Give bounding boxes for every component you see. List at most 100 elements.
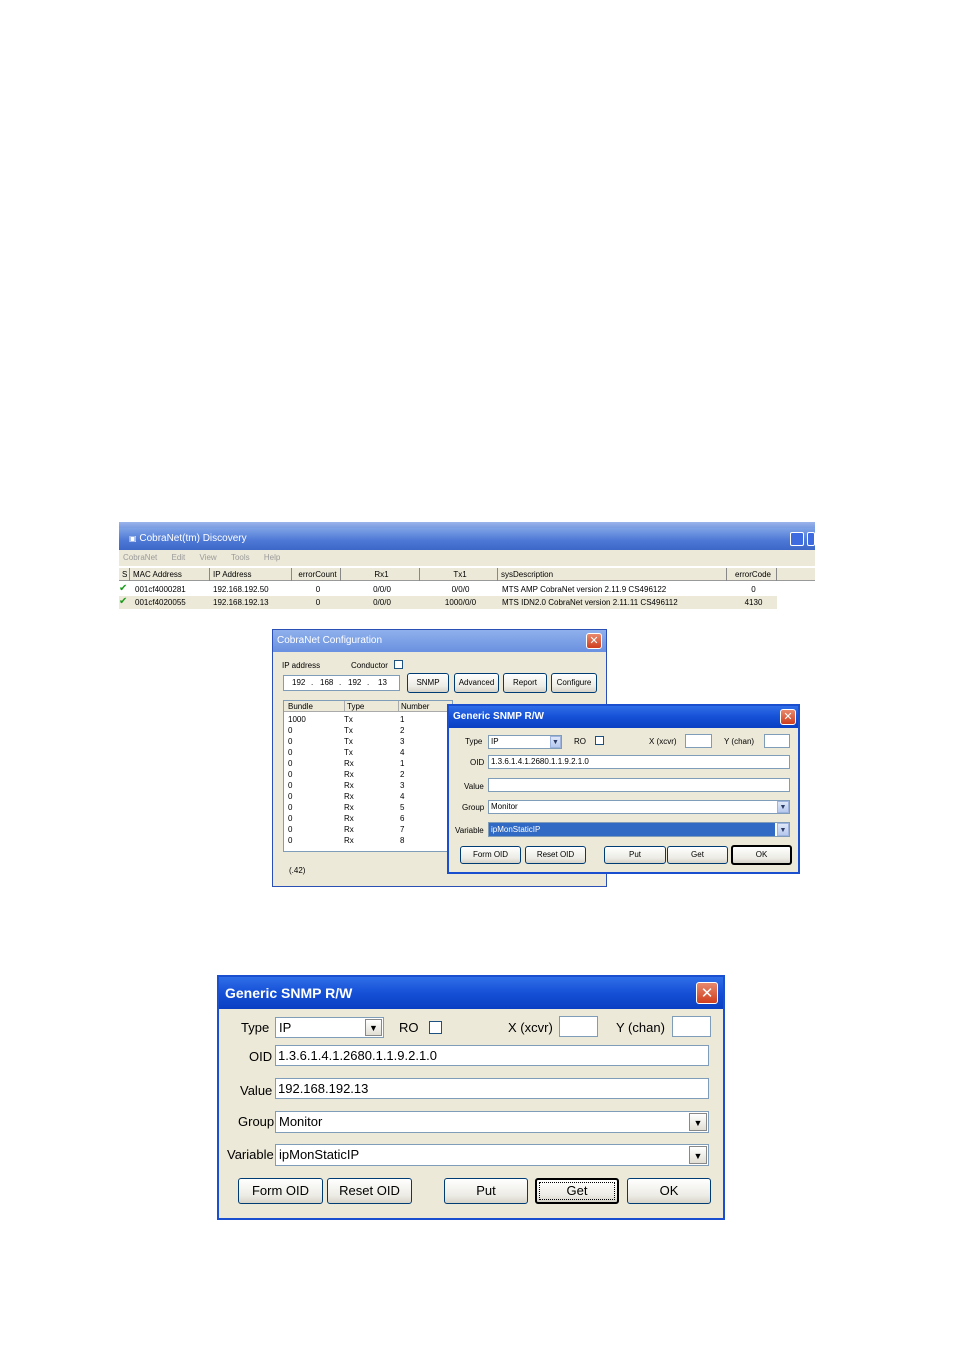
table-row[interactable]: ✔ 001cf4020055 192.168.192.13 0 0/0/0 10… [119, 596, 777, 609]
list-item[interactable]: 0 Rx 4 [284, 791, 452, 802]
cell-bundle: 0 [288, 803, 293, 812]
cell-errorcode: 0 [751, 585, 756, 594]
ip-octet-4: 13 [378, 678, 387, 687]
x-xcvr-input[interactable] [559, 1016, 598, 1037]
col-tx1[interactable]: Tx1 [420, 568, 498, 581]
table-row[interactable]: ✔ 001cf4000281 192.168.192.50 0 0/0/0 0/… [119, 583, 777, 596]
discovery-window: ▣ CobraNet(tm) Discovery CobraNet Edit V… [119, 522, 815, 612]
form-oid-button[interactable]: Form OID [238, 1178, 323, 1204]
list-item[interactable]: 0 Rx 1 [284, 758, 452, 769]
variable-select[interactable]: ipMonStaticIP [275, 1144, 709, 1166]
cell-number: 1 [400, 715, 405, 724]
chevron-down-icon[interactable]: ▼ [689, 1113, 707, 1131]
cell-number: 4 [400, 792, 405, 801]
bundle-list-header: Bundle Type Number [284, 701, 452, 712]
ok-button[interactable]: OK [731, 845, 792, 865]
conductor-checkbox[interactable] [394, 660, 403, 669]
ip-address-label: IP address [282, 661, 321, 670]
type-label: Type [241, 1020, 270, 1035]
configure-button[interactable]: Configure [551, 673, 597, 693]
col-bundle[interactable]: Bundle [288, 701, 313, 712]
list-item[interactable]: 0 Rx 6 [284, 813, 452, 824]
ok-button[interactable]: OK [627, 1178, 711, 1204]
col-errorcount[interactable]: errorCount [292, 568, 341, 581]
col-ip[interactable]: IP Address [210, 568, 292, 581]
get-button[interactable]: Get [667, 846, 728, 864]
cell-tx1: 0/0/0 [451, 585, 470, 594]
value-input[interactable]: 192.168.192.13 [275, 1078, 709, 1099]
y-chan-input[interactable] [672, 1016, 711, 1037]
type-label: Type [465, 737, 483, 746]
chevron-down-icon[interactable]: ▼ [777, 823, 789, 836]
ip-dot: . [311, 678, 314, 687]
list-item[interactable]: 0 Rx 3 [284, 780, 452, 791]
cell-type: Rx [344, 836, 354, 845]
list-item[interactable]: 0 Rx 5 [284, 802, 452, 813]
menu-help[interactable]: Help [264, 553, 280, 562]
cell-number: 7 [400, 825, 405, 834]
oid-label: OID [249, 1049, 273, 1064]
cell-type: Rx [344, 770, 354, 779]
reset-oid-button[interactable]: Reset OID [525, 846, 586, 864]
advanced-button[interactable]: Advanced [454, 673, 499, 693]
close-icon[interactable]: ✕ [586, 633, 602, 649]
group-select[interactable]: Monitor [275, 1111, 709, 1133]
list-item[interactable]: 0 Rx 2 [284, 769, 452, 780]
list-item[interactable]: 0 Tx 4 [284, 747, 452, 758]
col-rx1[interactable]: Rx1 [341, 568, 420, 581]
menu-cobranet[interactable]: CobraNet [123, 553, 157, 562]
list-item[interactable]: 0 Tx 2 [284, 725, 452, 736]
chevron-down-icon[interactable]: ▼ [777, 801, 789, 813]
get-button[interactable]: Get [535, 1178, 619, 1204]
col-number[interactable]: Number [398, 701, 429, 712]
put-button[interactable]: Put [444, 1178, 528, 1204]
chevron-down-icon[interactable]: ▼ [365, 1019, 382, 1036]
ip-address-input[interactable]: 192 . 168 . 192 . 13 [283, 675, 400, 691]
cell-bundle: 0 [288, 770, 293, 779]
variable-select[interactable]: ipMonStaticIP [488, 822, 790, 837]
report-button[interactable]: Report [503, 673, 547, 693]
ro-checkbox[interactable] [595, 736, 604, 745]
minimize-icon[interactable] [790, 532, 804, 546]
list-item[interactable]: 0 Rx 7 [284, 824, 452, 835]
list-item[interactable]: 1000 Tx 1 [284, 714, 452, 725]
oid-input[interactable]: 1.3.6.1.4.1.2680.1.1.9.2.1.0 [275, 1045, 709, 1066]
col-mac[interactable]: MAC Address [130, 568, 210, 581]
x-xcvr-label: X (xcvr) [508, 1020, 553, 1035]
group-select[interactable]: Monitor [488, 800, 790, 814]
ro-checkbox[interactable] [429, 1021, 442, 1034]
value-input[interactable] [488, 778, 790, 792]
list-item[interactable]: 0 Rx 8 [284, 835, 452, 846]
close-icon[interactable]: ✕ [696, 982, 718, 1004]
form-oid-button[interactable]: Form OID [460, 846, 521, 864]
reset-oid-button[interactable]: Reset OID [327, 1178, 412, 1204]
cell-type: Tx [344, 737, 353, 746]
cell-type: Rx [344, 781, 354, 790]
maximize-icon[interactable] [807, 532, 815, 546]
bundle-list[interactable]: Bundle Type Number 1000 Tx 1 0 Tx 2 0 Tx 3 0 Tx 4 0 R… [283, 700, 453, 852]
menu-view[interactable]: View [200, 553, 217, 562]
list-item[interactable]: 0 Tx 3 [284, 736, 452, 747]
col-type[interactable]: Type [344, 701, 364, 712]
discovery-table-header: S MAC Address IP Address errorCount Rx1 … [119, 568, 815, 581]
close-icon[interactable]: ✕ [780, 709, 796, 725]
y-chan-input[interactable] [764, 734, 790, 748]
menu-tools[interactable]: Tools [231, 553, 250, 562]
put-button[interactable]: Put [604, 846, 666, 864]
oid-input[interactable]: 1.3.6.1.4.1.2680.1.1.9.2.1.0 [488, 755, 790, 769]
cell-number: 6 [400, 814, 405, 823]
col-sysdescription[interactable]: sysDescription [498, 568, 727, 581]
snmp-button[interactable]: SNMP [407, 673, 449, 693]
discovery-title-bar: ▣ CobraNet(tm) Discovery [119, 528, 815, 550]
col-status[interactable]: S [119, 568, 130, 581]
x-xcvr-input[interactable] [685, 734, 712, 748]
chevron-down-icon[interactable]: ▼ [689, 1146, 707, 1164]
cell-type: Rx [344, 803, 354, 812]
chevron-down-icon[interactable]: ▼ [550, 736, 561, 748]
cell-bundle: 0 [288, 825, 293, 834]
cell-type: Tx [344, 748, 353, 757]
cell-number: 2 [400, 770, 405, 779]
menu-edit[interactable]: Edit [171, 553, 185, 562]
col-errorcode[interactable]: errorCode [727, 568, 777, 581]
cell-number: 1 [400, 759, 405, 768]
